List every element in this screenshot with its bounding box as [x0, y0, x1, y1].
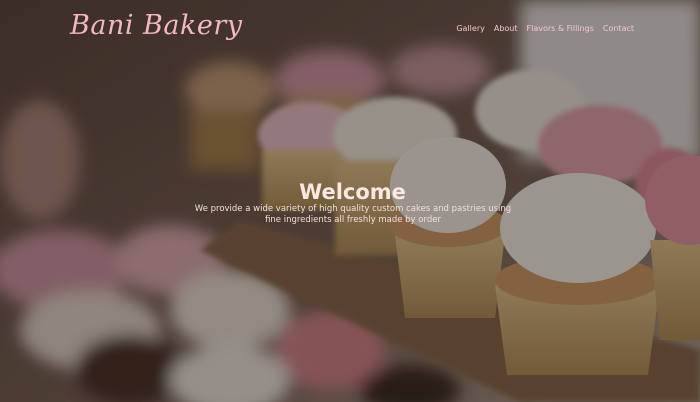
nav-link-gallery[interactable]: Gallery	[456, 24, 485, 33]
main-nav: Gallery About Flavors & Fillings Contact	[456, 24, 634, 33]
nav-link-contact[interactable]: Contact	[603, 24, 634, 33]
brand-logo[interactable]: Bani Bakery	[70, 10, 242, 41]
nav-link-about[interactable]: About	[494, 24, 518, 33]
hero-subtitle: We provide a wide variety of high qualit…	[194, 204, 512, 225]
hero-title: Welcome	[299, 180, 406, 204]
nav-link-flavors-fillings[interactable]: Flavors & Fillings	[527, 24, 594, 33]
